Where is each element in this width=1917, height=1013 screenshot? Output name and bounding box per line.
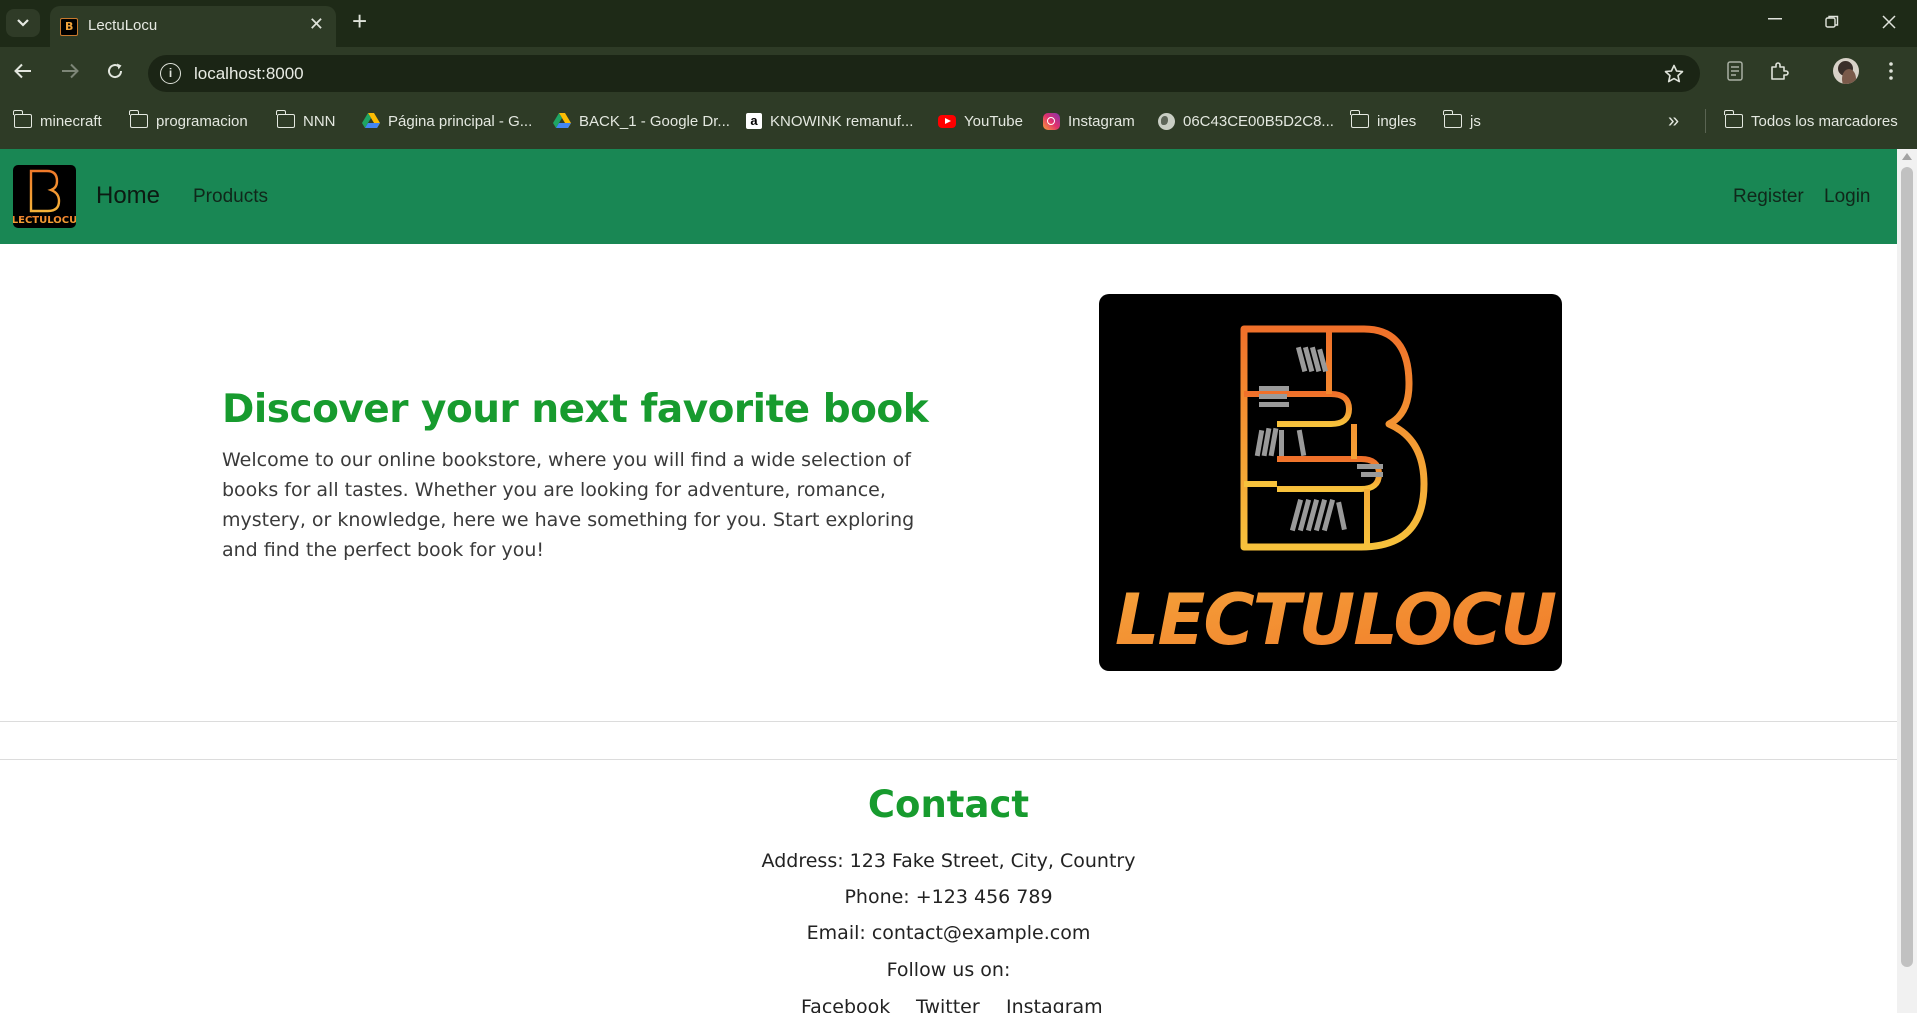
bookmark-nnn[interactable]: NNN — [276, 110, 336, 131]
hero-description: Welcome to our online bookstore, where y… — [222, 449, 915, 561]
lectulocu-favicon-icon: B — [60, 18, 78, 36]
logo-wordmark: LECTULOCU — [13, 215, 76, 226]
bookmark-ingles[interactable]: ingles — [1350, 110, 1416, 131]
nav-login-link[interactable]: Login — [1824, 186, 1871, 208]
url-text[interactable]: localhost:8000 — [194, 64, 304, 84]
all-bookmarks-button[interactable]: Todos los marcadores — [1724, 110, 1898, 131]
youtube-icon — [938, 114, 956, 128]
bookmarks-separator — [1705, 109, 1706, 133]
hero-logo-wordmark: LECTULOCU — [1115, 579, 1556, 661]
folder-icon — [1350, 110, 1369, 128]
section-divider — [0, 759, 1897, 760]
extensions-puzzle-icon[interactable] — [1769, 61, 1789, 81]
folder-icon — [1724, 110, 1743, 128]
restore-icon[interactable] — [1825, 15, 1839, 29]
bookmarks-overflow-button[interactable]: » — [1668, 110, 1679, 132]
bookmark-knowink[interactable]: a KNOWINK remanuf... — [746, 111, 913, 131]
more-menu-icon[interactable] — [1889, 62, 1893, 80]
nav-products-link[interactable]: Products — [193, 186, 268, 208]
folder-icon — [129, 110, 148, 128]
bookmark-06c43ce[interactable]: 06C43CE00B5D2C8... — [1158, 111, 1334, 131]
social-facebook-link[interactable]: Facebook — [801, 996, 890, 1013]
close-window-icon[interactable] — [1882, 15, 1896, 29]
contact-follow-label: Follow us on: — [886, 959, 1011, 981]
new-tab-button[interactable]: + — [352, 6, 367, 37]
browser-toolbar: i localhost:8000 — [0, 47, 1917, 97]
lectulocu-large-logo-icon: LECTULOCU — [1115, 325, 1558, 661]
bookmark-programacion[interactable]: programacion — [129, 110, 248, 131]
contact-address: Address: 123 Fake Street, City, Country — [761, 850, 1136, 872]
page-scrollbar[interactable] — [1897, 149, 1917, 1013]
tab-search-button[interactable] — [6, 9, 40, 37]
bookmark-minecraft[interactable]: minecraft — [13, 110, 102, 131]
chevron-down-icon — [17, 19, 29, 27]
nav-home-link[interactable]: Home — [96, 182, 160, 210]
nav-register-link[interactable]: Register — [1733, 186, 1804, 208]
site-info-icon[interactable]: i — [160, 63, 181, 84]
page-viewport: LECTULOCU Home Products Register Login D… — [0, 149, 1897, 1013]
amazon-icon: a — [746, 113, 762, 129]
globe-icon — [1158, 112, 1175, 130]
minimize-icon[interactable] — [1768, 17, 1782, 21]
contact-email: Email: contact@example.com — [806, 922, 1091, 944]
tab-title: LectuLocu — [88, 17, 158, 34]
scrollbar-thumb[interactable] — [1901, 167, 1913, 967]
google-drive-icon — [362, 113, 380, 128]
tab-close-icon[interactable]: ✕ — [309, 14, 324, 35]
folder-icon — [13, 110, 32, 128]
active-tab[interactable]: B LectuLocu ✕ — [50, 6, 336, 47]
bookmarks-bar: minecraft programacion NNN Página princi… — [0, 97, 1917, 149]
folder-icon — [276, 110, 295, 128]
bookmark-pagina-principal[interactable]: Página principal - G... — [362, 111, 532, 131]
bookmark-js[interactable]: js — [1443, 110, 1481, 131]
instagram-icon — [1043, 112, 1060, 130]
google-drive-icon — [553, 113, 571, 128]
browser-tab-bar: B LectuLocu ✕ + — [0, 0, 1917, 47]
hero-logo-image: LECTULOCU — [1099, 294, 1562, 671]
bookmark-back-1[interactable]: BACK_1 - Google Dr... — [553, 111, 730, 131]
address-bar[interactable]: i localhost:8000 — [148, 55, 1700, 92]
contact-title: Contact — [867, 783, 1030, 826]
reload-icon[interactable] — [106, 62, 124, 80]
section-divider — [0, 721, 1897, 722]
contact-phone: Phone: +123 456 789 — [844, 886, 1053, 908]
bookmark-youtube[interactable]: YouTube — [938, 111, 1023, 131]
site-navbar: LECTULOCU Home Products Register Login — [0, 149, 1897, 244]
folder-icon — [1443, 110, 1462, 128]
bookmark-star-icon[interactable] — [1664, 64, 1684, 84]
social-instagram-link[interactable]: Instagram — [1006, 996, 1103, 1013]
profile-avatar[interactable] — [1833, 58, 1859, 84]
lectulocu-logo-icon: LECTULOCU — [13, 169, 76, 226]
forward-arrow-icon[interactable] — [61, 63, 79, 79]
social-twitter-link[interactable]: Twitter — [916, 996, 980, 1013]
reading-mode-icon[interactable] — [1727, 61, 1743, 81]
bookmark-instagram[interactable]: Instagram — [1043, 111, 1135, 131]
hero-title: Discover your next favorite book — [222, 387, 929, 432]
back-arrow-icon[interactable] — [14, 63, 32, 79]
scroll-up-arrow-icon[interactable] — [1902, 153, 1912, 160]
site-logo[interactable]: LECTULOCU — [13, 165, 76, 228]
